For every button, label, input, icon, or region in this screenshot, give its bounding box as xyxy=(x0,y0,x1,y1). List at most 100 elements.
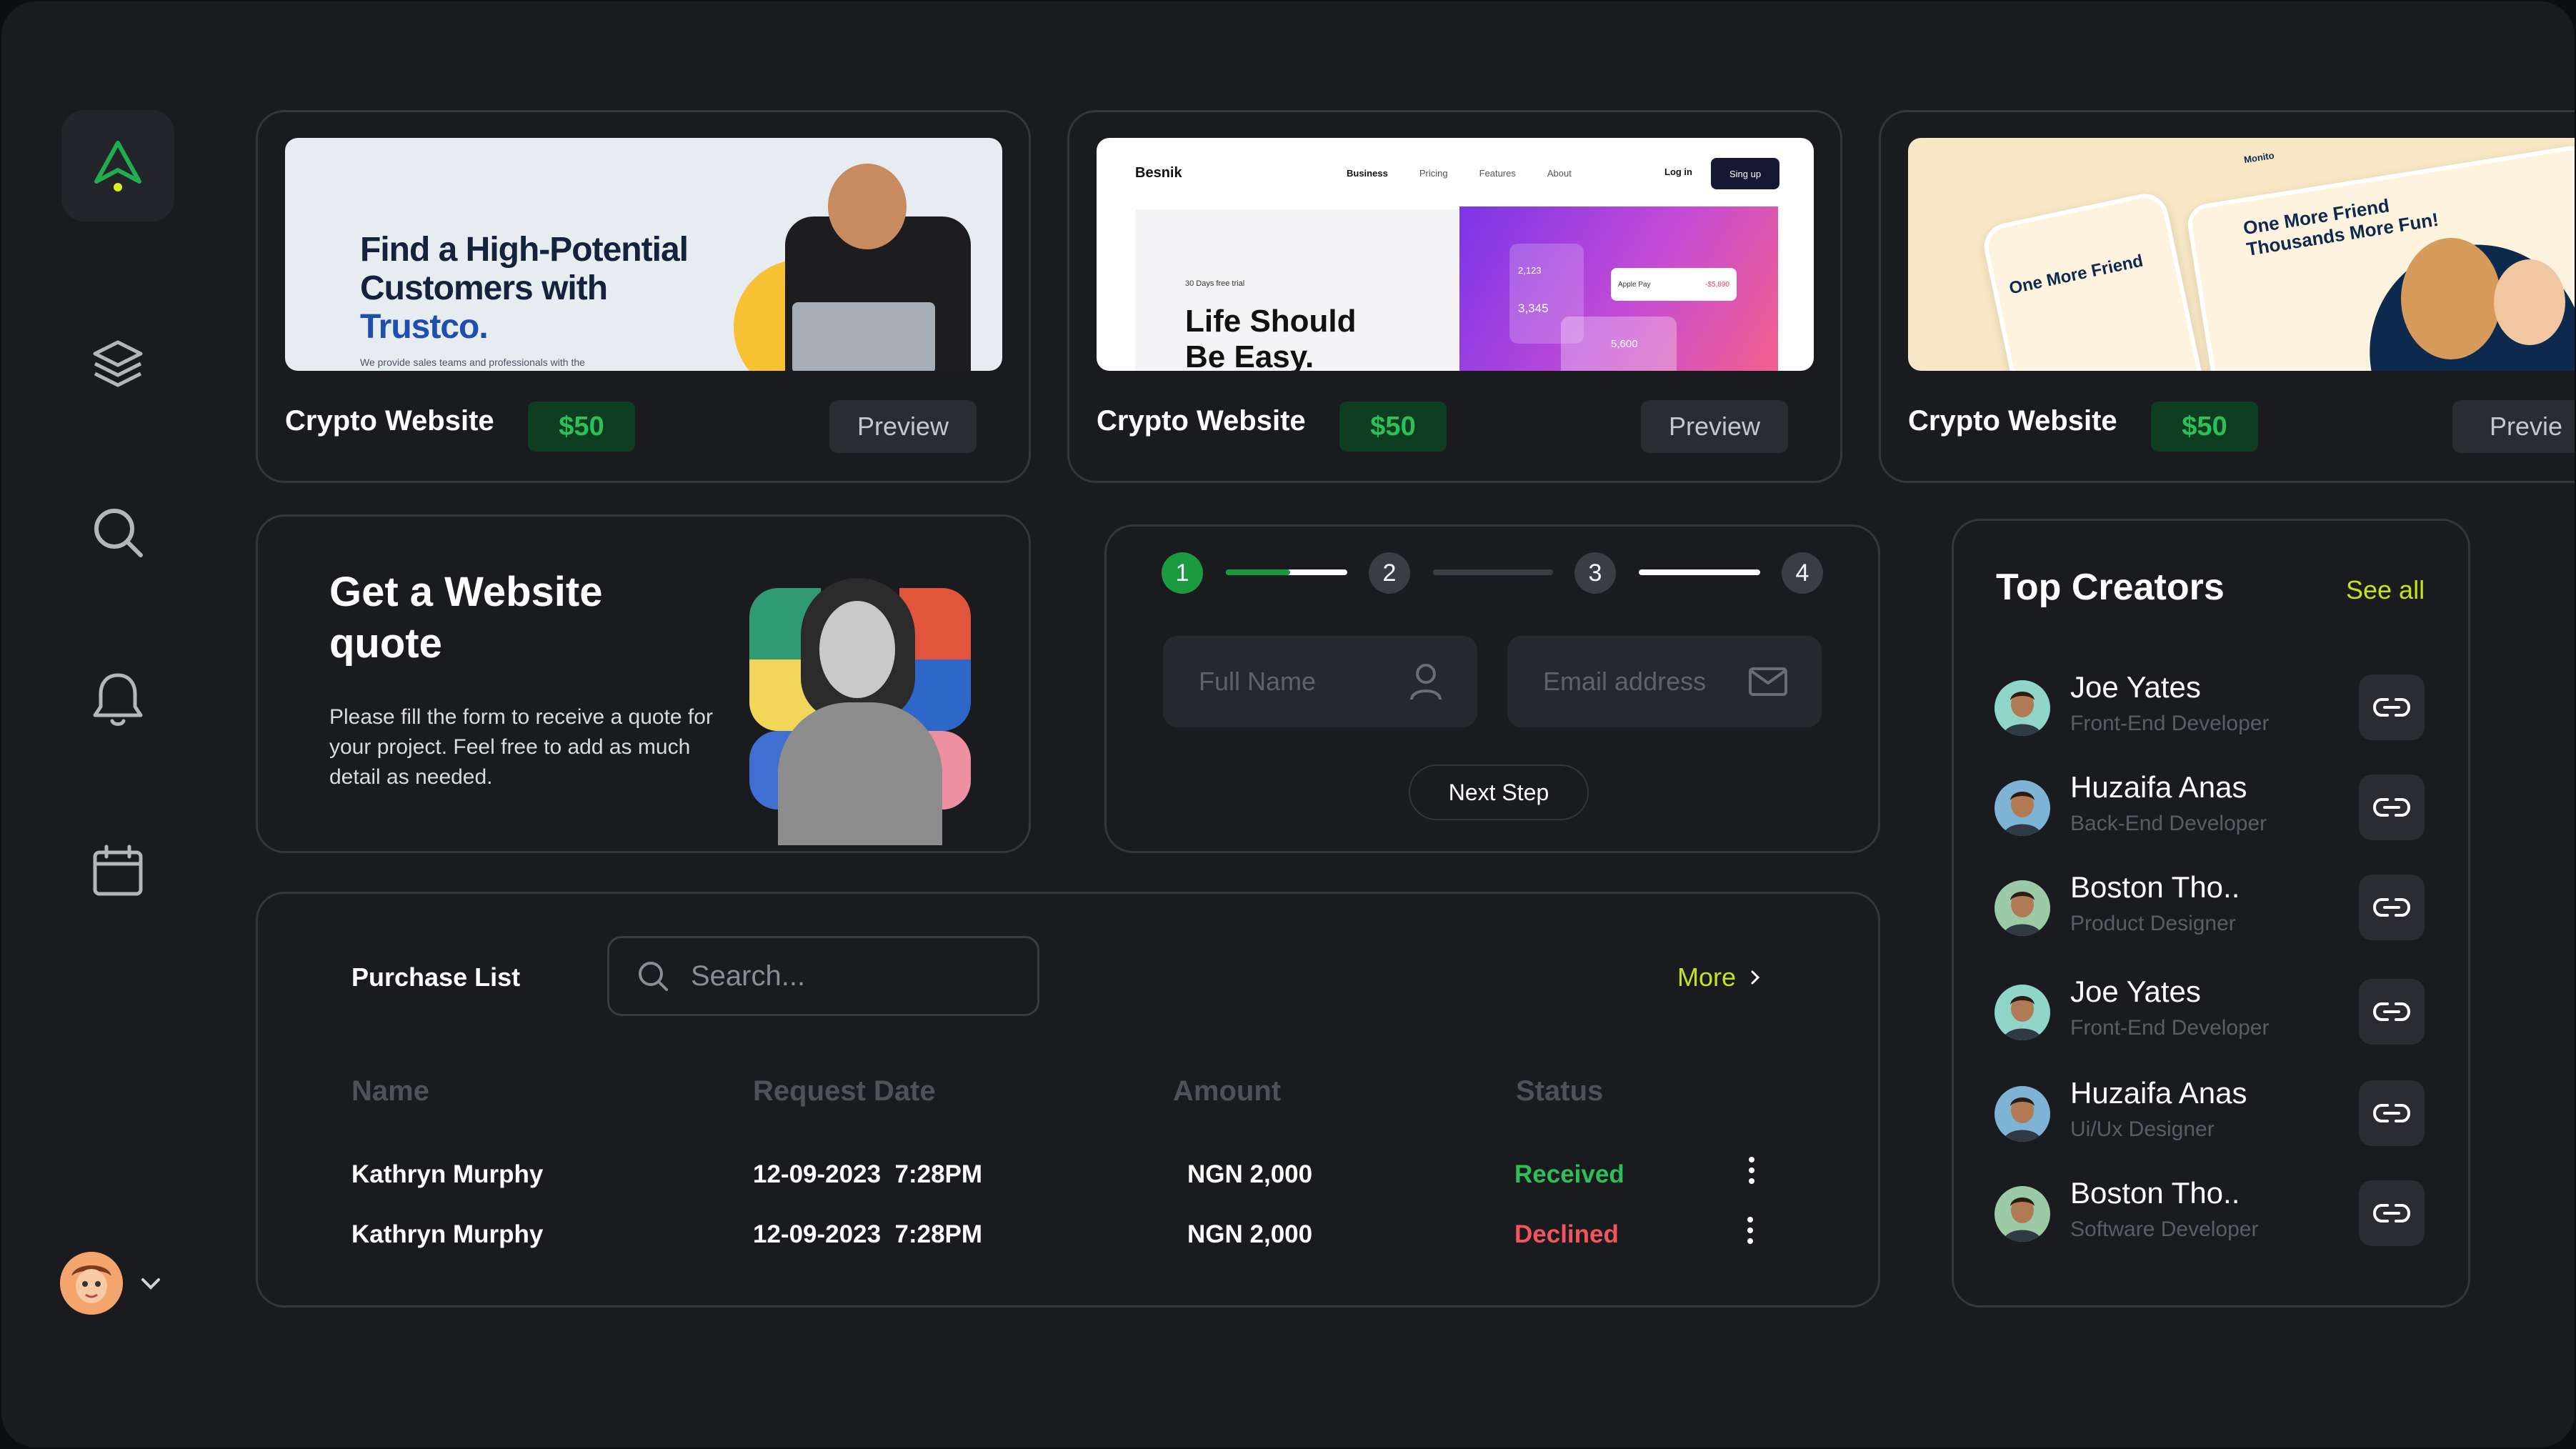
nav-link: Pricing xyxy=(1419,168,1448,179)
step-progress xyxy=(1226,569,1290,575)
search-icon[interactable] xyxy=(86,500,150,564)
status-badge: Declined xyxy=(1514,1220,1619,1248)
status-badge: Received xyxy=(1514,1160,1624,1188)
email-field xyxy=(1507,636,1822,727)
column-header-date[interactable]: Request Date xyxy=(753,1075,936,1107)
creator-item[interactable]: Boston Tho.. Product Designer xyxy=(1995,867,2425,940)
creator-item[interactable]: Joe Yates Front-End Developer xyxy=(1995,667,2425,740)
bell-icon[interactable] xyxy=(86,667,150,732)
step-indicator-1[interactable]: 1 xyxy=(1162,552,1203,594)
avatar xyxy=(60,1252,123,1315)
template-title: Crypto Website xyxy=(285,405,494,437)
link-button[interactable] xyxy=(2359,979,2425,1045)
hero-line: Find a High-Potential xyxy=(360,231,689,269)
creator-name: Boston Tho.. xyxy=(2070,870,2240,904)
mail-icon xyxy=(1749,667,1787,696)
pay-method: Apple Pay xyxy=(1618,280,1651,289)
template-card: Find a High-Potential Customers with Tru… xyxy=(256,110,1031,483)
logo-button[interactable] xyxy=(61,110,174,221)
stat-value: 2,123 xyxy=(1518,265,1542,276)
calendar-icon[interactable] xyxy=(86,839,150,903)
template-title: Crypto Website xyxy=(1908,405,2117,437)
price-badge: $50 xyxy=(2151,402,2258,452)
avatar xyxy=(1995,680,2050,736)
link-button[interactable] xyxy=(2359,775,2425,840)
login-link: Log in xyxy=(1664,166,1692,177)
pay-amount: -$5,890 xyxy=(1705,280,1729,289)
user-menu[interactable] xyxy=(60,1252,163,1315)
more-label: More xyxy=(1677,962,1737,992)
column-header-amount[interactable]: Amount xyxy=(1173,1075,1281,1107)
preview-button[interactable]: Preview xyxy=(829,400,977,453)
signup-button: Sing up xyxy=(1711,158,1779,189)
next-step-button[interactable]: Next Step xyxy=(1409,765,1589,820)
row-menu-icon[interactable] xyxy=(1736,1209,1764,1252)
more-link[interactable]: More xyxy=(1677,962,1762,992)
preview-button[interactable]: Previe xyxy=(2452,400,2575,453)
row-menu-icon[interactable] xyxy=(1737,1149,1766,1192)
creator-item[interactable]: Huzaifa Anas Ui/Ux Designer xyxy=(1995,1073,2425,1146)
email-input[interactable] xyxy=(1542,666,1744,697)
creator-role: Ui/Ux Designer xyxy=(2070,1117,2215,1141)
creator-item[interactable]: Joe Yates Front-End Developer xyxy=(1995,972,2425,1045)
avatar xyxy=(1995,1086,2050,1142)
quote-title: Get a Website quote xyxy=(329,569,603,667)
link-button[interactable] xyxy=(2359,674,2425,740)
price-badge: $50 xyxy=(528,402,635,452)
price-badge: $50 xyxy=(1339,402,1447,452)
row-date: 12-09-2023 7:28PM xyxy=(753,1160,983,1188)
nav-link: Features xyxy=(1479,168,1516,179)
purchase-list-title: Purchase List xyxy=(351,962,521,992)
template-card: Besnik Business Pricing Features About L… xyxy=(1067,110,1842,483)
search-box xyxy=(607,936,1039,1016)
user-icon xyxy=(1410,664,1442,700)
avatar xyxy=(1995,1186,2050,1242)
link-icon xyxy=(2373,1204,2410,1223)
stat-value: 5,600 xyxy=(1561,317,1677,371)
hero-line: Be Easy. xyxy=(1185,339,1314,371)
step-indicator-3[interactable]: 3 xyxy=(1574,552,1616,594)
avatar xyxy=(1995,780,2050,836)
preview-button[interactable]: Preview xyxy=(1641,400,1788,453)
step-indicator-4[interactable]: 4 xyxy=(1782,552,1823,594)
template-thumbnail[interactable]: Find a High-Potential Customers with Tru… xyxy=(285,138,1002,371)
creator-item[interactable]: Boston Tho.. Software Developer xyxy=(1995,1173,2425,1246)
avatar xyxy=(1995,880,2050,936)
full-name-field xyxy=(1163,636,1477,727)
column-header-status[interactable]: Status xyxy=(1516,1075,1603,1107)
app-window: Find a High-Potential Customers with Tru… xyxy=(1,1,2575,1448)
row-amount: NGN 2,000 xyxy=(1187,1220,1313,1248)
link-icon xyxy=(2373,698,2410,717)
column-header-name[interactable]: Name xyxy=(351,1075,429,1107)
nav-link: About xyxy=(1547,168,1572,179)
link-button[interactable] xyxy=(2359,1080,2425,1146)
link-icon xyxy=(2373,798,2410,817)
creator-item[interactable]: Huzaifa Anas Back-End Developer xyxy=(1995,767,2425,840)
row-name: Kathryn Murphy xyxy=(351,1220,544,1248)
hero-brand: Trustco. xyxy=(360,308,489,346)
creator-name: Huzaifa Anas xyxy=(2070,1076,2247,1110)
row-amount: NGN 2,000 xyxy=(1187,1160,1313,1188)
trial-note: 30 Days free trial xyxy=(1185,279,1245,288)
step-indicator-2[interactable]: 2 xyxy=(1369,552,1410,594)
see-all-link[interactable]: See all xyxy=(2346,575,2425,605)
link-icon xyxy=(2373,1104,2410,1122)
creator-name: Joe Yates xyxy=(2070,975,2201,1008)
link-button[interactable] xyxy=(2359,875,2425,940)
quote-description: Please fill the form to receive a quote … xyxy=(329,705,713,789)
template-thumbnail[interactable]: Besnik Business Pricing Features About L… xyxy=(1097,138,1814,371)
layers-icon[interactable] xyxy=(86,332,150,396)
stat-value: 3,345 xyxy=(1518,302,1549,315)
link-icon xyxy=(2373,1002,2410,1021)
creator-role: Front-End Developer xyxy=(2070,1016,2270,1040)
full-name-input[interactable] xyxy=(1197,666,1400,697)
creator-role: Software Developer xyxy=(2070,1218,2259,1241)
brand-logo: Besnik xyxy=(1135,165,1182,181)
chevron-down-icon[interactable] xyxy=(139,1271,163,1295)
template-title: Crypto Website xyxy=(1097,405,1306,437)
link-button[interactable] xyxy=(2359,1180,2425,1246)
template-thumbnail[interactable]: One More Friend Monito One More Friend T… xyxy=(1908,138,2575,371)
hero-line: Customers with xyxy=(360,269,608,307)
avatar xyxy=(1995,985,2050,1040)
search-input[interactable] xyxy=(689,959,1007,993)
